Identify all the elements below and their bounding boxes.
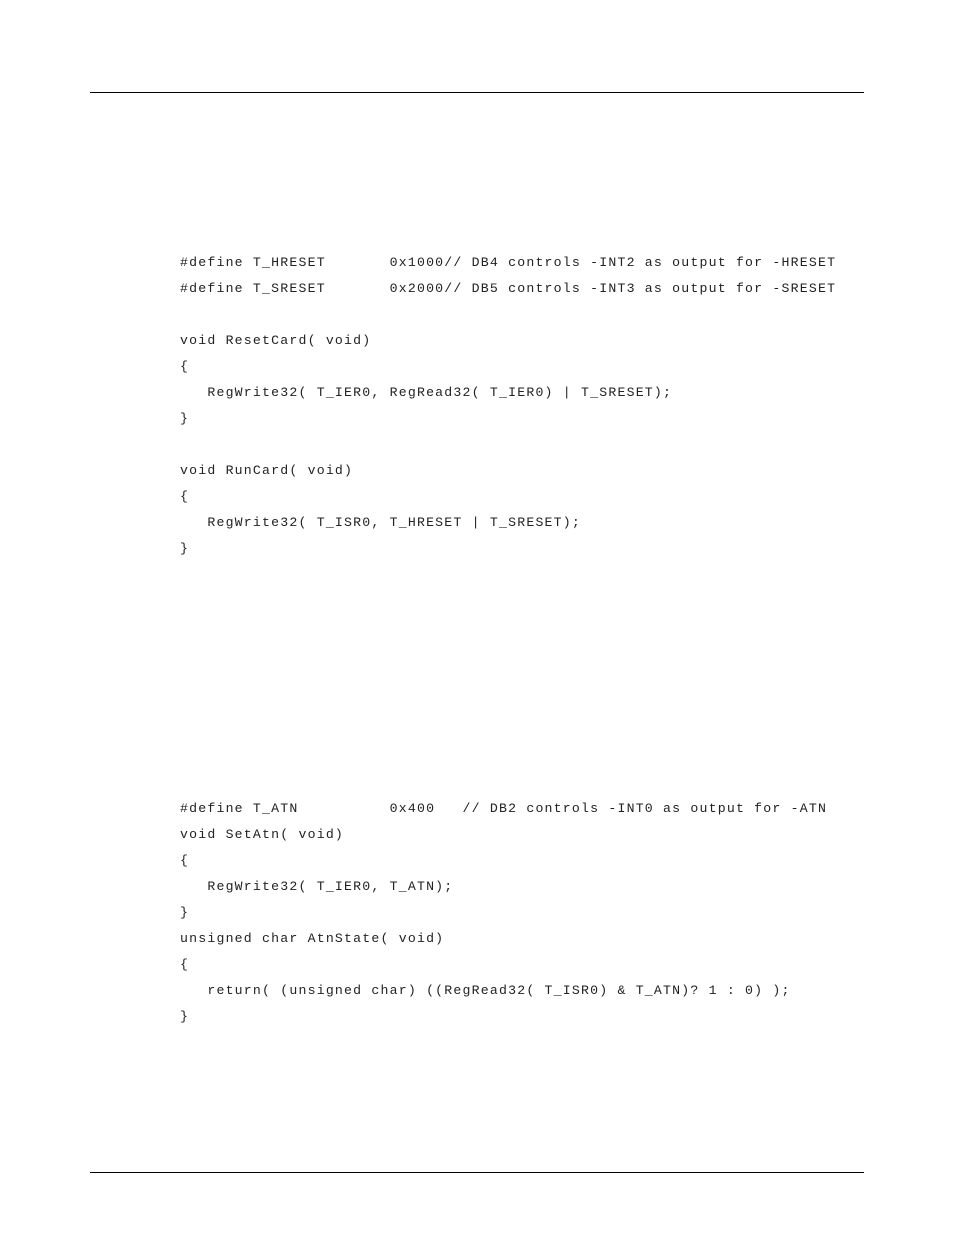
code-line: return( (unsigned char) ((RegRead32( T_I… (180, 978, 864, 1004)
code-line: } (180, 536, 864, 562)
horizontal-rule-top (90, 92, 864, 93)
blank-line (180, 432, 864, 458)
code-line: void ResetCard( void) (180, 328, 864, 354)
code-line: { (180, 848, 864, 874)
code-block: #define T_HRESET 0x1000// DB4 controls -… (180, 250, 864, 1030)
horizontal-rule-bottom (90, 1172, 864, 1173)
code-line: #define T_HRESET 0x1000// DB4 controls -… (180, 250, 864, 276)
code-line: void SetAtn( void) (180, 822, 864, 848)
code-line: unsigned char AtnState( void) (180, 926, 864, 952)
blank-line (180, 770, 864, 796)
section-gap (180, 562, 864, 770)
code-line: #define T_ATN 0x400 // DB2 controls -INT… (180, 796, 864, 822)
code-line: #define T_SRESET 0x2000// DB5 controls -… (180, 276, 864, 302)
blank-line (180, 302, 864, 328)
code-line: } (180, 1004, 864, 1030)
code-line: { (180, 952, 864, 978)
code-line: RegWrite32( T_IER0, T_ATN); (180, 874, 864, 900)
code-line: { (180, 484, 864, 510)
code-line: { (180, 354, 864, 380)
code-line: } (180, 406, 864, 432)
code-line: RegWrite32( T_IER0, RegRead32( T_IER0) |… (180, 380, 864, 406)
code-line: } (180, 900, 864, 926)
document-page: #define T_HRESET 0x1000// DB4 controls -… (0, 0, 954, 1235)
code-line: void RunCard( void) (180, 458, 864, 484)
code-line: RegWrite32( T_ISR0, T_HRESET | T_SRESET)… (180, 510, 864, 536)
